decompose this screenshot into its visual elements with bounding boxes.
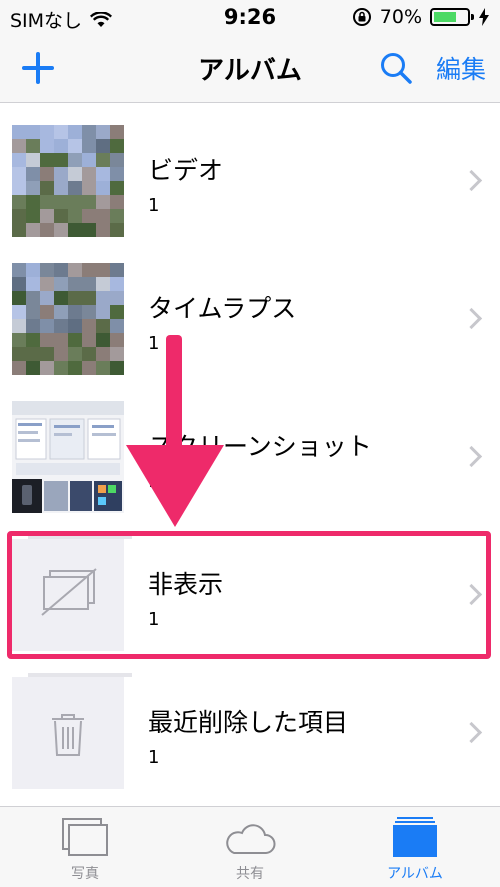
tab-photos[interactable]: 写真	[20, 807, 150, 887]
arrow-down-annotation-icon	[126, 335, 224, 527]
mosaic-thumbnail	[12, 125, 124, 237]
album-name: タイムラプス	[148, 294, 297, 323]
page-title: アルバム	[198, 56, 302, 86]
tab-albums[interactable]: アルバム	[350, 807, 480, 887]
edit-button[interactable]: 編集	[436, 50, 486, 86]
album-row-timelapse[interactable]: タイムラプス 1	[0, 241, 500, 379]
highlight-box-hidden-album	[7, 531, 491, 659]
chevron-right-icon	[460, 169, 483, 192]
battery-fill	[434, 12, 457, 22]
tab-shared[interactable]: 共有	[185, 807, 315, 887]
search-icon[interactable]	[378, 50, 414, 86]
cloud-icon	[226, 824, 276, 854]
tab-bar: 写真 共有 アルバム	[0, 806, 500, 887]
charging-bolt-icon	[479, 8, 489, 26]
status-right: 70%	[352, 6, 490, 28]
battery-icon	[430, 8, 474, 26]
album-name: 最近削除した項目	[148, 708, 349, 737]
tab-label: アルバム	[387, 866, 443, 882]
chevron-right-icon	[460, 721, 483, 744]
photos-icon	[62, 818, 108, 856]
tab-label: 共有	[236, 866, 264, 882]
tab-label: 写真	[71, 866, 99, 882]
thumbnail-stack-edge	[28, 673, 132, 677]
album-thumbnail	[12, 125, 124, 237]
nav-bar: アルバム 編集	[0, 40, 500, 103]
album-thumbnail	[12, 263, 124, 375]
album-row-video[interactable]: ビデオ 1	[0, 103, 500, 241]
album-count: 1	[148, 747, 160, 768]
album-row-screenshots[interactable]: スクリーンショット 9	[0, 379, 500, 517]
chevron-right-icon	[460, 445, 483, 468]
mosaic-thumbnail	[12, 263, 124, 375]
album-thumbnail	[12, 673, 132, 789]
album-row-recently-deleted[interactable]: 最近削除した項目 1	[0, 655, 500, 793]
trash-icon	[52, 714, 84, 756]
album-count: 1	[148, 195, 160, 216]
album-thumbnail	[12, 401, 124, 513]
chevron-right-icon	[460, 307, 483, 330]
albums-icon	[393, 817, 437, 857]
battery-percent: 70%	[379, 6, 422, 28]
battery-cap	[471, 14, 474, 20]
status-bar: SIMなし 9:26 70%	[0, 0, 500, 40]
rotation-lock-icon	[352, 8, 371, 26]
album-name: ビデオ	[148, 156, 224, 185]
screenshot-collage-thumbnail	[12, 401, 124, 513]
